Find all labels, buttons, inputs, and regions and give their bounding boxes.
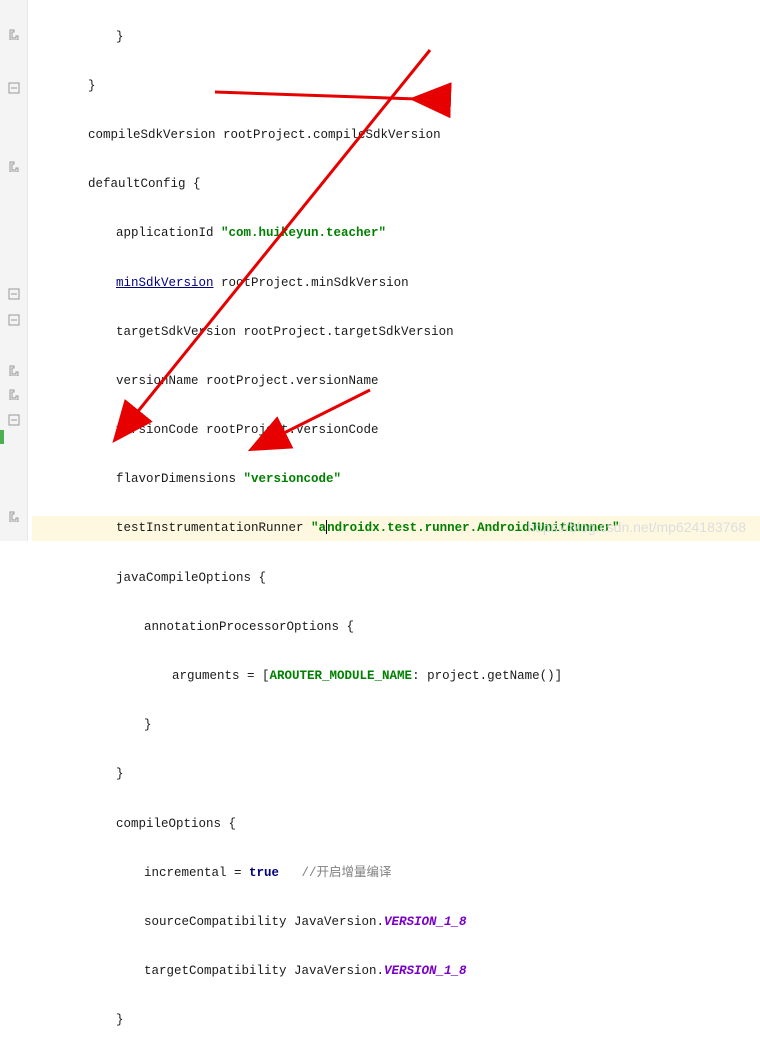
code-line: targetSdkVersion rootProject.targetSdkVe… [32,320,760,345]
code-line: applicationId "com.huikeyun.teacher" [32,221,760,246]
code-line: versionName rootProject.versionName [32,369,760,394]
code-line: sourceCompatibility JavaVersion.VERSION_… [32,910,760,935]
code-line: compileSdkVersion rootProject.compileSdk… [32,123,760,148]
code-line: arguments = [AROUTER_MODULE_NAME: projec… [32,664,760,689]
code-line: javaCompileOptions { [32,566,760,591]
gutter [0,0,28,541]
code-line: flavorDimensions "versioncode" [32,467,760,492]
fold-cap-icon[interactable] [8,364,20,376]
fold-minus-icon[interactable] [8,288,20,300]
code-line: } [32,25,760,50]
code-line: } [32,713,760,738]
change-marker [0,430,4,444]
fold-minus-icon[interactable] [8,314,20,326]
code-line: versionCode rootProject.versionCode [32,418,760,443]
code-line: incremental = true //开启增量编译 [32,861,760,886]
code-line: minSdkVersion rootProject.minSdkVersion [32,271,760,296]
code-line: } [32,762,760,787]
code-line: annotationProcessorOptions { [32,615,760,640]
watermark: https://blog.csdn.net/mp624183768 [527,519,746,535]
fold-cap-icon[interactable] [8,28,20,40]
code-line: } [32,74,760,99]
fold-minus-icon[interactable] [8,82,20,94]
fold-cap-icon[interactable] [8,388,20,400]
fold-cap-icon[interactable] [8,510,20,522]
fold-minus-icon[interactable] [8,414,20,426]
code-line: defaultConfig { [32,172,760,197]
code-line: } [32,1008,760,1033]
code-line: targetCompatibility JavaVersion.VERSION_… [32,959,760,984]
code-line: compileOptions { [32,812,760,837]
fold-cap-icon[interactable] [8,160,20,172]
